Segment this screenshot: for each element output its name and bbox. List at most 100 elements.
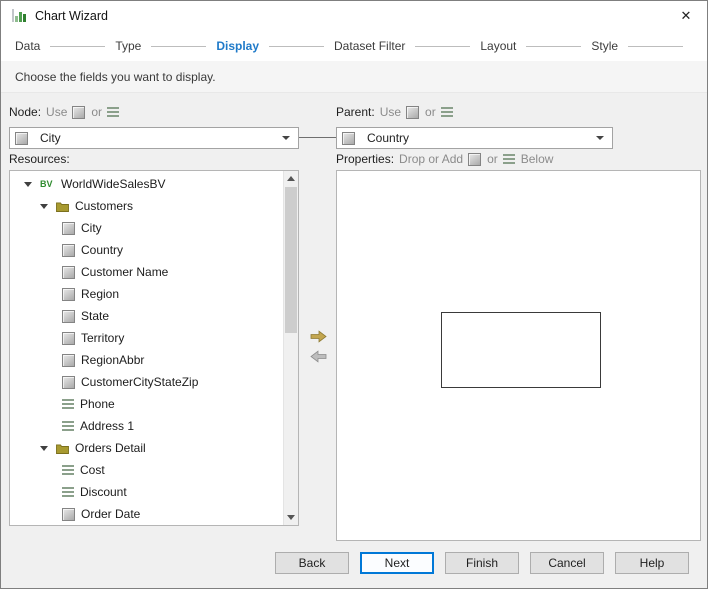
or-text: or — [91, 105, 102, 119]
tree-item-territory[interactable]: Territory — [10, 327, 283, 349]
node-dropdown[interactable]: City — [9, 127, 299, 149]
close-icon[interactable]: ✕ — [677, 8, 695, 24]
tree-item-customercitystatezip[interactable]: CustomerCityStateZip — [10, 371, 283, 393]
tree-item-cost[interactable]: Cost — [10, 459, 283, 481]
expand-arrow-icon[interactable] — [40, 204, 48, 209]
dimension-field-icon — [62, 508, 75, 521]
detail-field-icon — [62, 465, 74, 475]
tree-item-label: Phone — [80, 397, 115, 411]
parent-dropdown-value: Country — [367, 131, 596, 145]
tree-item-order-date[interactable]: Order Date — [10, 503, 283, 525]
move-left-button[interactable] — [310, 350, 327, 363]
folder-icon — [56, 201, 69, 212]
chart-wizard-dialog: Chart Wizard ✕ Data Type Display Dataset Fi… — [0, 0, 708, 589]
chart-node-box[interactable] — [441, 312, 601, 388]
wizard-subtitle: Choose the fields you want to display. — [1, 61, 707, 93]
tree-item-city[interactable]: City — [10, 217, 283, 239]
step-style[interactable]: Style — [591, 39, 618, 53]
step-data[interactable]: Data — [15, 39, 40, 53]
tree-item-orders-detail[interactable]: Orders Detail — [10, 437, 283, 459]
business-view-icon: BV — [40, 179, 55, 190]
scrollbar-thumb[interactable] — [285, 187, 297, 333]
parent-dropdown[interactable]: Country — [336, 127, 613, 149]
titlebar: Chart Wizard ✕ — [1, 1, 707, 31]
node-parent-connector-line — [299, 137, 336, 138]
chart-wizard-icon — [11, 8, 27, 24]
tree-item-label: State — [81, 309, 109, 323]
parent-field-label: Parent: Use or — [336, 104, 459, 120]
detail-field-icon — [62, 421, 74, 431]
tree-item-label: Region — [81, 287, 119, 301]
use-text: Use — [380, 105, 401, 119]
tree-item-label: Orders Detail — [75, 441, 146, 455]
expand-arrow-icon[interactable] — [24, 182, 32, 187]
detail-field-icon — [107, 107, 119, 117]
tree-item-regionabbr[interactable]: RegionAbbr — [10, 349, 283, 371]
tree-item-label: Cost — [80, 463, 105, 477]
tree-item-label: CustomerCityStateZip — [81, 375, 198, 389]
step-type[interactable]: Type — [115, 39, 141, 53]
scroll-down-icon[interactable] — [284, 510, 298, 525]
dimension-field-icon — [342, 132, 355, 145]
tree-scrollbar[interactable] — [283, 171, 298, 525]
step-layout[interactable]: Layout — [480, 39, 516, 53]
expand-arrow-icon[interactable] — [40, 446, 48, 451]
properties-label: Properties: Drop or Add or Below — [336, 151, 558, 167]
step-separator — [50, 46, 105, 47]
tree-item-customer-name[interactable]: Customer Name — [10, 261, 283, 283]
tree-item-label: Customers — [75, 199, 133, 213]
tree-item-discount[interactable]: Discount — [10, 481, 283, 503]
resources-label: Resources: — [9, 151, 75, 167]
tree-item-label: Order Date — [81, 507, 140, 521]
below-text: Below — [521, 152, 554, 166]
resources-tree: BVWorldWideSalesBV Customers City Country Cu… — [10, 173, 283, 525]
node-dropdown-value: City — [40, 131, 282, 145]
detail-field-icon — [441, 107, 453, 117]
properties-drop-area[interactable] — [336, 170, 701, 541]
chevron-down-icon[interactable] — [596, 136, 604, 140]
dimension-field-icon — [62, 222, 75, 235]
tree-item-label: City — [81, 221, 102, 235]
tree-item-state[interactable]: State — [10, 305, 283, 327]
next-button[interactable]: Next — [360, 552, 434, 574]
tree-item-label: Address 1 — [80, 419, 134, 433]
tree-item-label: Territory — [81, 331, 124, 345]
tree-item-phone[interactable]: Phone — [10, 393, 283, 415]
tree-item-label: Customer Name — [81, 265, 168, 279]
properties-label-text: Properties: — [336, 152, 394, 166]
step-display[interactable]: Display — [216, 39, 259, 53]
detail-field-icon — [62, 487, 74, 497]
chevron-down-icon[interactable] — [282, 136, 290, 140]
tree-item-label: RegionAbbr — [81, 353, 144, 367]
finish-button[interactable]: Finish — [445, 552, 519, 574]
tree-item-customers[interactable]: Customers — [10, 195, 283, 217]
tree-item-country[interactable]: Country — [10, 239, 283, 261]
dimension-field-icon — [62, 244, 75, 257]
cancel-button[interactable]: Cancel — [530, 552, 604, 574]
dimension-field-icon — [62, 288, 75, 301]
resources-tree-panel: BVWorldWideSalesBV Customers City Country Cu… — [9, 170, 299, 526]
dimension-field-icon — [62, 354, 75, 367]
tree-item-address-1[interactable]: Address 1 — [10, 415, 283, 437]
back-button[interactable]: Back — [275, 552, 349, 574]
resources-label-text: Resources: — [9, 152, 70, 166]
step-separator — [151, 46, 206, 47]
move-right-button[interactable] — [310, 330, 327, 343]
detail-field-icon — [62, 399, 74, 409]
dimension-field-icon — [406, 106, 419, 119]
window-title: Chart Wizard — [35, 9, 108, 23]
step-separator — [415, 46, 470, 47]
use-text: Use — [46, 105, 67, 119]
step-separator — [269, 46, 324, 47]
step-dataset-filter[interactable]: Dataset Filter — [334, 39, 405, 53]
tree-item-worldwidesalesbv[interactable]: BVWorldWideSalesBV — [10, 173, 283, 195]
step-separator — [628, 46, 683, 47]
tree-item-region[interactable]: Region — [10, 283, 283, 305]
scroll-up-icon[interactable] — [284, 171, 298, 186]
or-text: or — [425, 105, 436, 119]
dimension-field-icon — [62, 376, 75, 389]
dimension-field-icon — [62, 332, 75, 345]
footer-buttons: Back Next Finish Cancel Help — [275, 552, 689, 574]
node-field-label: Node: Use or — [9, 104, 125, 120]
help-button[interactable]: Help — [615, 552, 689, 574]
